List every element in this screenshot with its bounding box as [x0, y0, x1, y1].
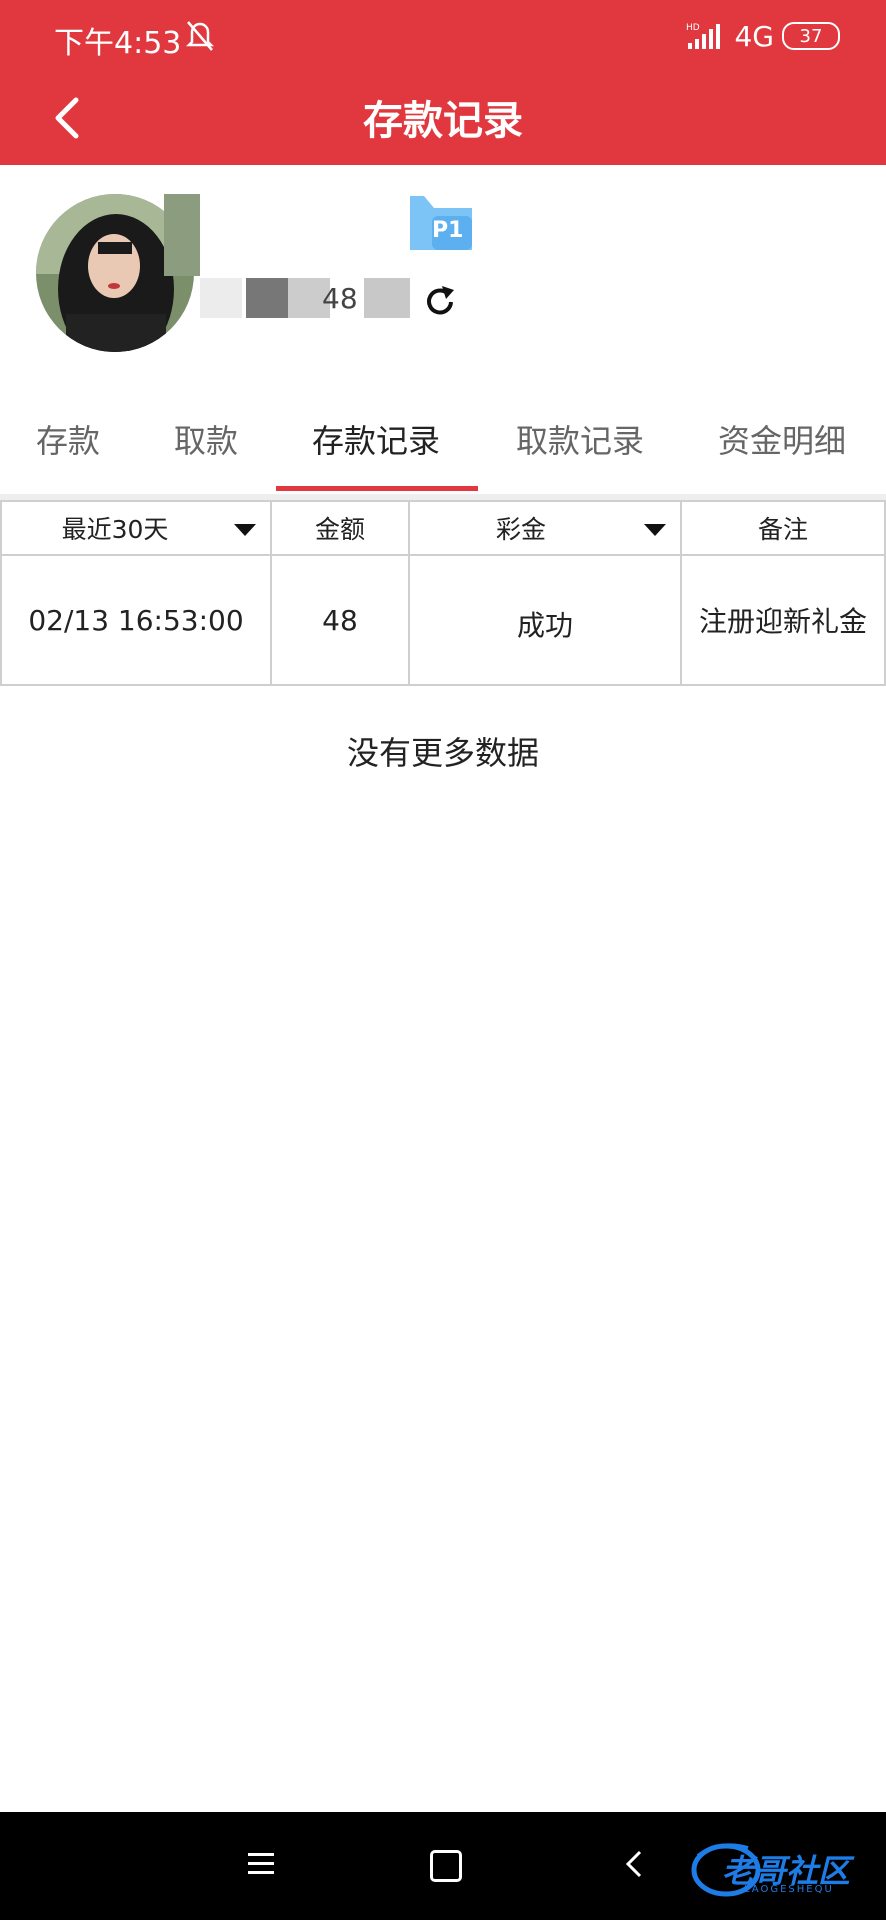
network-type: 4G — [734, 19, 774, 53]
nav-back-icon[interactable] — [622, 1848, 644, 1880]
home-icon[interactable] — [430, 1850, 462, 1882]
records-table: 最近30天 金额 彩金 备注 02/13 16:53:00 48 成功 注册迎新… — [0, 500, 886, 688]
menu-icon[interactable] — [246, 1850, 276, 1876]
tab-withdraw-records[interactable]: 取款记录 — [516, 416, 644, 462]
date-range-filter[interactable]: 最近30天 — [0, 502, 230, 554]
blurred-username-block — [200, 278, 242, 318]
tab-withdraw[interactable]: 取款 — [174, 416, 238, 462]
blurred-username-block — [246, 278, 288, 318]
vip-level: P1 — [432, 218, 464, 243]
table-cell-amount: 48 — [322, 603, 358, 637]
battery-icon: 37 — [782, 22, 840, 50]
blurred-username-block — [364, 278, 410, 318]
signal-icon: HD — [686, 23, 721, 49]
balance-fragment: 48 — [322, 282, 358, 315]
table-cell-note: 注册迎新礼金 — [698, 605, 867, 638]
status-time: 下午4:53 — [54, 26, 182, 61]
empty-message: 没有更多数据 — [346, 734, 539, 772]
dropdown-caret-icon[interactable] — [644, 524, 666, 536]
column-header-note: 备注 — [757, 515, 808, 544]
tab-bar: 存款 取款 存款记录 取款记录 资金明细 — [0, 400, 886, 492]
bonus-filter[interactable]: 彩金 — [410, 502, 632, 554]
watermark-subtext: LAOGESHEQU — [744, 1884, 834, 1895]
bell-off-icon — [185, 21, 215, 51]
blurred-username — [164, 194, 200, 276]
table-cell-datetime: 02/13 16:53:00 — [28, 603, 244, 637]
column-header-amount: 金额 — [314, 515, 365, 544]
page-title: 存款记录 — [363, 98, 523, 144]
status-indicators: HD 4G 37 — [686, 18, 840, 54]
dropdown-caret-icon[interactable] — [234, 524, 256, 536]
active-tab-indicator — [276, 486, 478, 491]
svg-text:HD: HD — [686, 23, 700, 33]
tab-deposit[interactable]: 存款 — [36, 416, 100, 462]
refresh-icon[interactable] — [420, 282, 460, 322]
table-cell-status: 成功 — [516, 609, 573, 642]
tab-deposit-records[interactable]: 存款记录 — [312, 416, 440, 462]
battery-level: 37 — [799, 25, 823, 47]
tab-fund-details[interactable]: 资金明细 — [718, 416, 846, 462]
